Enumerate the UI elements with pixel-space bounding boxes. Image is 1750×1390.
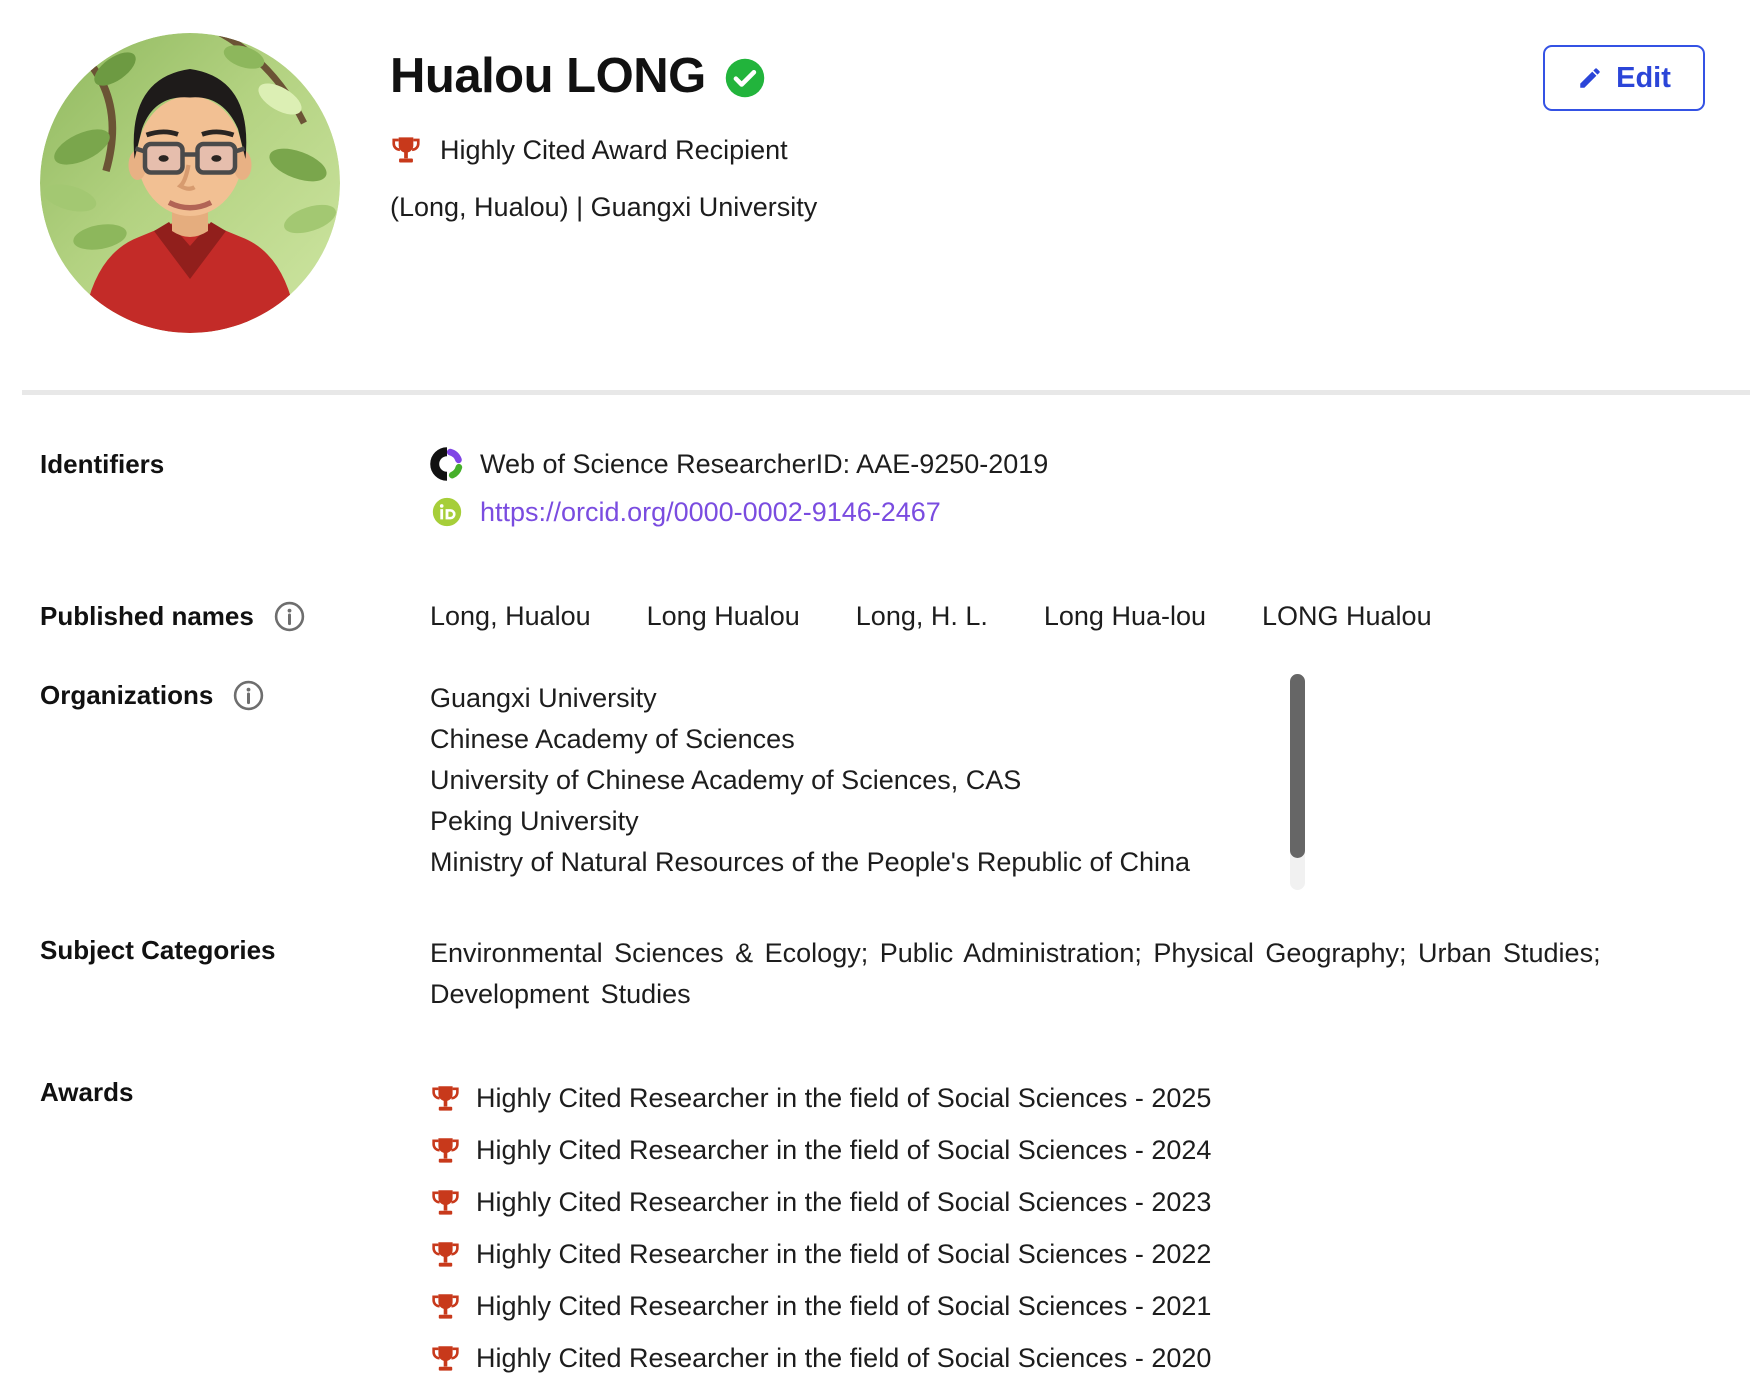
header-main: Hualou LONG Highly Cited Award Recipient… [390, 48, 817, 223]
published-names-section: Published names Long, Hualou Long Hualou… [40, 599, 1750, 632]
identifiers-label: Identifiers [40, 447, 430, 480]
organization-item: Chinese Academy of Sciences [430, 719, 1260, 760]
award-banner: Highly Cited Award Recipient [440, 135, 788, 166]
info-icon[interactable] [233, 680, 264, 711]
orcid-icon [430, 495, 464, 529]
award-text: Highly Cited Researcher in the field of … [476, 1135, 1211, 1166]
orcid-link[interactable]: https://orcid.org/0000-0002-9146-2467 [480, 497, 941, 528]
page-title: Hualou LONG [390, 48, 706, 104]
published-name: Long Hua-lou [1044, 601, 1206, 632]
organizations-scroll-area[interactable]: Guangxi University Chinese Academy of Sc… [430, 678, 1305, 883]
trophy-icon [430, 1135, 461, 1166]
pencil-icon [1577, 65, 1603, 91]
published-name: Long, H. L. [856, 601, 988, 632]
wos-researcher-id: Web of Science ResearcherID: AAE-9250-20… [480, 449, 1048, 480]
avatar-illustration [40, 33, 340, 333]
scrollbar-track[interactable] [1290, 674, 1305, 890]
trophy-icon [430, 1343, 461, 1374]
web-of-science-icon [430, 447, 464, 481]
organizations-section: Organizations Guangxi University Chinese… [40, 678, 1750, 883]
published-name: Long Hualou [647, 601, 800, 632]
profile-subtitle: (Long, Hualou) | Guangxi University [390, 192, 817, 223]
profile-header: Hualou LONG Highly Cited Award Recipient… [0, 0, 1750, 390]
trophy-icon [430, 1187, 461, 1218]
trophy-icon [430, 1291, 461, 1322]
award-item: Highly Cited Researcher in the field of … [430, 1335, 1750, 1382]
organization-item: Guangxi University [430, 678, 1260, 719]
published-name: LONG Hualou [1262, 601, 1432, 632]
award-text: Highly Cited Researcher in the field of … [476, 1343, 1211, 1374]
published-name: Long, Hualou [430, 601, 591, 632]
trophy-icon [430, 1083, 461, 1114]
info-icon[interactable] [274, 601, 305, 632]
organizations-list: Guangxi University Chinese Academy of Sc… [430, 678, 1260, 883]
edit-button-label: Edit [1616, 62, 1671, 95]
award-text: Highly Cited Researcher in the field of … [476, 1291, 1211, 1322]
published-names-list: Long, Hualou Long Hualou Long, H. L. Lon… [430, 599, 1750, 632]
researcher-profile-page: Hualou LONG Highly Cited Award Recipient… [0, 0, 1750, 1390]
organization-item: Ministry of Natural Resources of the Peo… [430, 842, 1260, 883]
edit-button[interactable]: Edit [1543, 45, 1705, 111]
organization-item: University of Chinese Academy of Science… [430, 760, 1260, 801]
awards-label: Awards [40, 1075, 430, 1108]
award-item: Highly Cited Researcher in the field of … [430, 1127, 1750, 1174]
subject-categories-section: Subject Categories Environmental Science… [40, 933, 1750, 1015]
award-item: Highly Cited Researcher in the field of … [430, 1283, 1750, 1330]
trophy-icon [390, 134, 422, 166]
award-text: Highly Cited Researcher in the field of … [476, 1187, 1211, 1218]
award-item: Highly Cited Researcher in the field of … [430, 1231, 1750, 1278]
award-text: Highly Cited Researcher in the field of … [476, 1239, 1211, 1270]
verified-check-icon [724, 57, 766, 99]
avatar [40, 33, 340, 333]
organizations-label: Organizations [40, 680, 213, 711]
subject-categories-label: Subject Categories [40, 933, 430, 966]
published-names-label: Published names [40, 601, 254, 632]
scrollbar-thumb[interactable] [1290, 674, 1305, 858]
identifiers-section: Identifiers Web of Science ResearcherID:… [40, 447, 1750, 543]
awards-section: Awards Highly Cited Researcher in the fi… [40, 1075, 1750, 1390]
trophy-icon [430, 1239, 461, 1270]
award-text: Highly Cited Researcher in the field of … [476, 1083, 1211, 1114]
orcid-row: https://orcid.org/0000-0002-9146-2467 [430, 495, 1750, 529]
subject-categories-value: Environmental Sciences & Ecology; Public… [430, 933, 1670, 1015]
award-item: Highly Cited Researcher in the field of … [430, 1179, 1750, 1226]
award-item: Highly Cited Researcher in the field of … [430, 1075, 1750, 1122]
organization-item: Peking University [430, 801, 1260, 842]
profile-details: Identifiers Web of Science ResearcherID:… [0, 395, 1750, 1390]
wos-researcher-id-row: Web of Science ResearcherID: AAE-9250-20… [430, 447, 1750, 481]
awards-list: Highly Cited Researcher in the field of … [430, 1075, 1750, 1390]
